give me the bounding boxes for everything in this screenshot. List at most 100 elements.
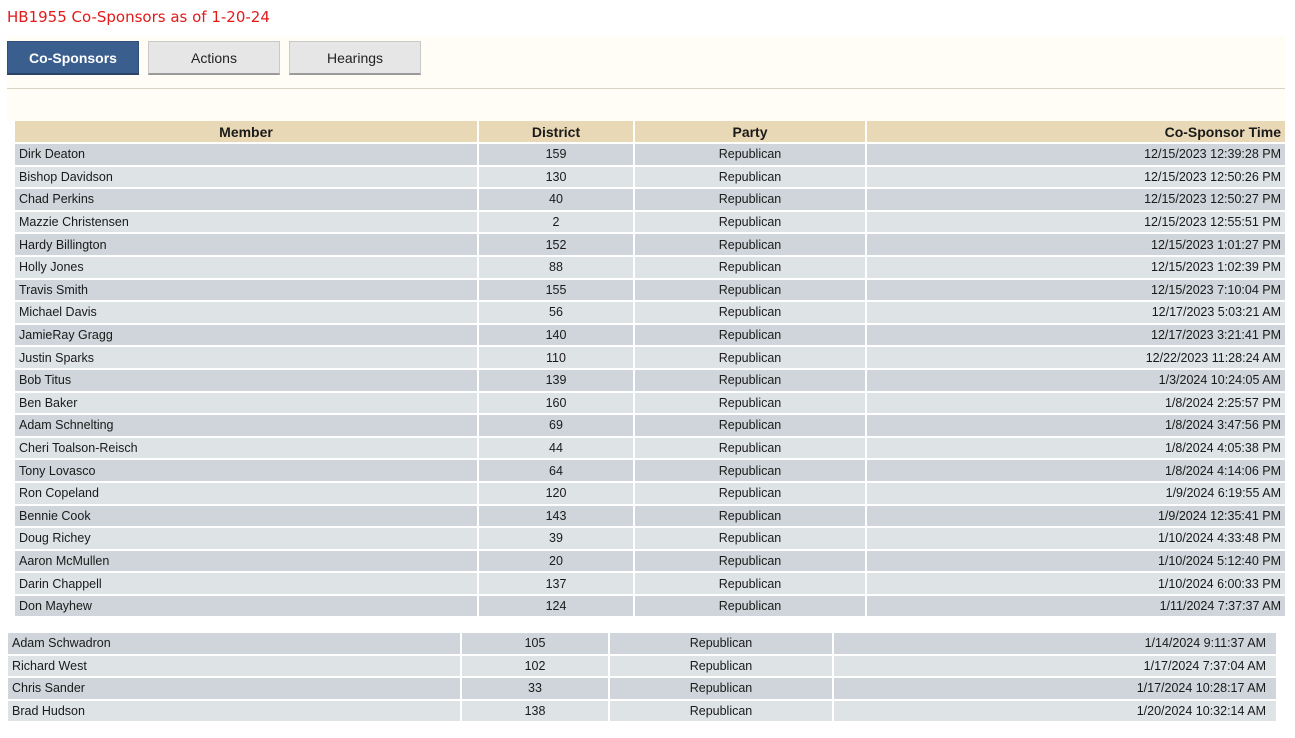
district-cell: 33 xyxy=(462,678,608,701)
district-cell: 56 xyxy=(479,302,633,325)
member-cell[interactable]: Michael Davis xyxy=(15,302,477,325)
member-cell[interactable]: Hardy Billington xyxy=(15,234,477,257)
cosponsor-time-cell: 1/11/2024 7:37:37 AM xyxy=(867,595,1285,619)
cosponsor-time-cell: 1/20/2024 10:32:14 AM xyxy=(834,700,1276,724)
member-cell[interactable]: JamieRay Gragg xyxy=(15,324,477,348)
party-cell: Republican xyxy=(635,528,865,551)
member-cell[interactable]: Justin Sparks xyxy=(15,347,477,370)
member-cell[interactable]: Tony Lovasco xyxy=(15,460,477,483)
table-row: Hardy Billington 152 Republican 12/15/2023 … xyxy=(15,234,1285,257)
district-cell: 140 xyxy=(479,324,633,348)
column-header-party[interactable]: Party xyxy=(635,121,865,144)
table-row: Tony Lovasco 64 Republican 1/8/2024 4:14:06… xyxy=(15,460,1285,483)
table-row: Bob Titus 139 Republican 1/3/2024 10:24:05 … xyxy=(15,369,1285,393)
tab-hearings[interactable]: Hearings xyxy=(289,41,421,75)
party-cell: Republican xyxy=(635,460,865,483)
member-cell[interactable]: Bob Titus xyxy=(15,369,477,393)
column-header-district[interactable]: District xyxy=(479,121,633,144)
cosponsor-time-cell: 12/17/2023 5:03:21 AM xyxy=(867,302,1285,325)
party-cell: Republican xyxy=(635,550,865,574)
member-cell[interactable]: Aaron McMullen xyxy=(15,550,477,574)
party-cell: Republican xyxy=(635,189,865,212)
district-cell: 138 xyxy=(462,700,608,724)
member-cell[interactable]: Ron Copeland xyxy=(15,482,477,506)
tab-actions[interactable]: Actions xyxy=(148,41,280,75)
district-cell: 69 xyxy=(479,415,633,438)
content-panel xyxy=(7,89,1285,121)
party-cell: Republican xyxy=(635,256,865,280)
cosponsor-time-cell: 12/15/2023 1:02:39 PM xyxy=(867,256,1285,280)
table-row: Adam Schwadron 105 Republican 1/14/2024 9:1… xyxy=(8,633,1276,656)
party-cell: Republican xyxy=(635,482,865,506)
additional-cosponsors-table: Adam Schwadron 105 Republican 1/14/2024 9:1… xyxy=(6,633,1278,724)
table-row: Holly Jones 88 Republican 12/15/2023 1:02:3… xyxy=(15,256,1285,280)
party-cell: Republican xyxy=(635,144,865,167)
cosponsor-time-cell: 1/17/2024 7:37:04 AM xyxy=(834,655,1276,679)
table-row: Dirk Deaton 159 Republican 12/15/2023 12:39… xyxy=(15,144,1285,167)
member-cell[interactable]: Brad Hudson xyxy=(8,700,460,724)
member-cell[interactable]: Adam Schwadron xyxy=(8,633,460,656)
cosponsor-time-cell: 1/9/2024 6:19:55 AM xyxy=(867,482,1285,506)
member-cell[interactable]: Chad Perkins xyxy=(15,189,477,212)
column-header-member[interactable]: Member xyxy=(15,121,477,144)
member-cell[interactable]: Dirk Deaton xyxy=(15,144,477,167)
cosponsor-time-cell: 12/15/2023 12:50:26 PM xyxy=(867,166,1285,190)
cosponsor-time-cell: 12/15/2023 7:10:04 PM xyxy=(867,279,1285,303)
member-cell[interactable]: Ben Baker xyxy=(15,392,477,416)
district-cell: 88 xyxy=(479,256,633,280)
party-cell: Republican xyxy=(610,633,832,656)
cosponsor-time-cell: 1/14/2024 9:11:37 AM xyxy=(834,633,1276,656)
cosponsor-time-cell: 1/3/2024 10:24:05 AM xyxy=(867,369,1285,393)
cosponsor-time-cell: 12/22/2023 11:28:24 AM xyxy=(867,347,1285,370)
table-row: Chad Perkins 40 Republican 12/15/2023 12:50… xyxy=(15,189,1285,212)
member-cell[interactable]: Chris Sander xyxy=(8,678,460,701)
cosponsor-time-cell: 1/17/2024 10:28:17 AM xyxy=(834,678,1276,701)
party-cell: Republican xyxy=(610,678,832,701)
table-row: Bennie Cook 143 Republican 1/9/2024 12:35:4… xyxy=(15,505,1285,529)
cosponsor-time-cell: 1/10/2024 6:00:33 PM xyxy=(867,573,1285,596)
cosponsor-time-cell: 12/15/2023 12:50:27 PM xyxy=(867,189,1285,212)
member-cell[interactable]: Don Mayhew xyxy=(15,595,477,619)
table-row: Don Mayhew 124 Republican 1/11/2024 7:37:37… xyxy=(15,595,1285,619)
district-cell: 137 xyxy=(479,573,633,596)
table-row: Michael Davis 56 Republican 12/17/2023 5:03… xyxy=(15,302,1285,325)
party-cell: Republican xyxy=(635,347,865,370)
cosponsor-time-cell: 12/17/2023 3:21:41 PM xyxy=(867,324,1285,348)
cosponsor-time-cell: 1/8/2024 4:05:38 PM xyxy=(867,437,1285,461)
cosponsor-time-cell: 1/10/2024 4:33:48 PM xyxy=(867,528,1285,551)
tab-bar: Co-Sponsors Actions Hearings xyxy=(7,36,1285,89)
member-cell[interactable]: Adam Schnelting xyxy=(15,415,477,438)
table-row: Cheri Toalson-Reisch 44 Republican 1/8/2024… xyxy=(15,437,1285,461)
member-cell[interactable]: Cheri Toalson-Reisch xyxy=(15,437,477,461)
district-cell: 102 xyxy=(462,655,608,679)
cosponsor-time-cell: 12/15/2023 1:01:27 PM xyxy=(867,234,1285,257)
cosponsor-time-cell: 1/9/2024 12:35:41 PM xyxy=(867,505,1285,529)
cosponsor-time-cell: 12/15/2023 12:39:28 PM xyxy=(867,144,1285,167)
table-row: Darin Chappell 137 Republican 1/10/2024 6:0… xyxy=(15,573,1285,596)
party-cell: Republican xyxy=(635,392,865,416)
member-cell[interactable]: Darin Chappell xyxy=(15,573,477,596)
cosponsor-time-cell: 1/8/2024 2:25:57 PM xyxy=(867,392,1285,416)
district-cell: 159 xyxy=(479,144,633,167)
member-cell[interactable]: Richard West xyxy=(8,655,460,679)
party-cell: Republican xyxy=(635,234,865,257)
district-cell: 110 xyxy=(479,347,633,370)
party-cell: Republican xyxy=(635,369,865,393)
table-row: Richard West 102 Republican 1/17/2024 7:37:… xyxy=(8,655,1276,679)
member-cell[interactable]: Bishop Davidson xyxy=(15,166,477,190)
party-cell: Republican xyxy=(635,595,865,619)
table-header-row: Member District Party Co-Sponsor Time xyxy=(15,121,1285,144)
cosponsors-table: Member District Party Co-Sponsor Time Di… xyxy=(13,121,1287,619)
column-header-cosponsor-time[interactable]: Co-Sponsor Time xyxy=(867,121,1285,144)
district-cell: 20 xyxy=(479,550,633,574)
member-cell[interactable]: Doug Richey xyxy=(15,528,477,551)
cosponsor-time-cell: 12/15/2023 12:55:51 PM xyxy=(867,211,1285,235)
party-cell: Republican xyxy=(635,437,865,461)
party-cell: Republican xyxy=(635,211,865,235)
member-cell[interactable]: Bennie Cook xyxy=(15,505,477,529)
member-cell[interactable]: Travis Smith xyxy=(15,279,477,303)
member-cell[interactable]: Holly Jones xyxy=(15,256,477,280)
tab-co-sponsors[interactable]: Co-Sponsors xyxy=(7,41,139,75)
member-cell[interactable]: Mazzie Christensen xyxy=(15,211,477,235)
cosponsor-time-cell: 1/8/2024 3:47:56 PM xyxy=(867,415,1285,438)
